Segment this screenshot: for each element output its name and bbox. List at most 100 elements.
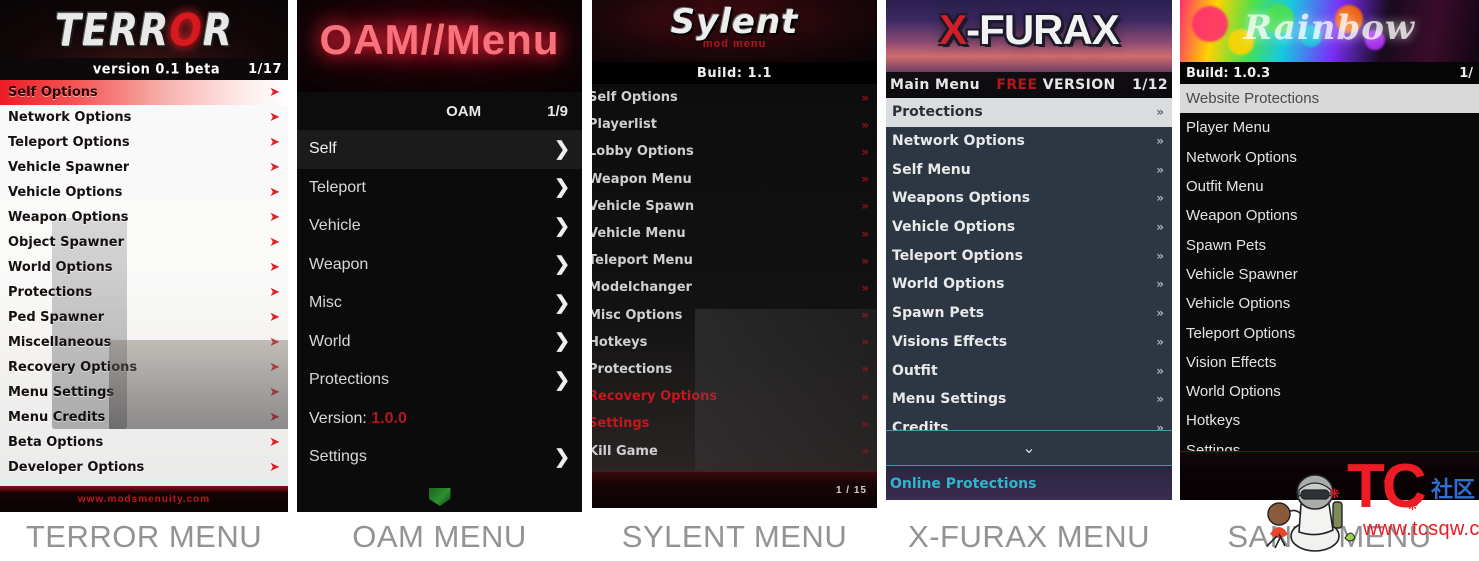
chevron-right-icon: ❯ — [554, 446, 570, 468]
terror-item[interactable]: World Options ➤ — [0, 255, 288, 280]
mod-menu-panel-xfurax: X-FURAX Main Menu FREE VERSION 1/12 Prot… — [886, 0, 1172, 500]
sylent-page-indicator: 1 / 15 — [835, 484, 867, 496]
oam-item[interactable]: Protections ❯ — [297, 361, 582, 400]
chevron-right-icon: ➤ — [269, 235, 280, 250]
terror-item[interactable]: Vehicle Spawner ➤ — [0, 155, 288, 180]
santa-item[interactable]: Player Menu — [1180, 113, 1479, 143]
chevron-right-icon: ❯ — [554, 331, 570, 353]
xfurax-item-label: Teleport Options — [892, 247, 1023, 264]
oam-item-label: Misc — [309, 294, 342, 312]
xfurax-item[interactable]: Outfit » — [886, 356, 1172, 385]
oam-item[interactable]: Teleport ❯ — [297, 168, 582, 207]
santa-item-label: Teleport Options — [1186, 324, 1296, 342]
xfurax-item[interactable]: Menu Settings » — [886, 384, 1172, 414]
terror-item[interactable]: Beta Options ➤ — [0, 430, 288, 455]
sylent-item-label: Weapon Menu — [592, 171, 692, 187]
sylent-item[interactable]: Playerlist » — [592, 111, 877, 138]
terror-page-indicator: 1/17 — [248, 61, 282, 77]
sylent-item-label: Playerlist — [592, 117, 657, 133]
terror-item[interactable]: Developer Options ➤ — [0, 455, 288, 480]
santa-item[interactable]: Hotkeys — [1180, 406, 1479, 436]
santa-item[interactable]: Outfit Menu — [1180, 171, 1479, 202]
xfurax-item[interactable]: Weapons Options » — [886, 184, 1172, 213]
terror-item[interactable]: Protections ➤ — [0, 280, 288, 305]
sylent-item[interactable]: Self Options » — [592, 84, 877, 111]
sylent-item[interactable]: Vehicle Spawn » — [592, 193, 877, 220]
sylent-footer: 1 / 15 — [592, 471, 877, 508]
santa-item[interactable]: World Options — [1180, 376, 1479, 407]
sylent-item[interactable]: Vehicle Menu » — [592, 220, 877, 247]
xfurax-item[interactable]: Teleport Options » — [886, 241, 1172, 271]
sylent-item[interactable]: Misc Options » — [592, 302, 877, 329]
terror-item[interactable]: Network Options ➤ — [0, 105, 288, 130]
sylent-header: Build: 1.1 — [592, 62, 877, 84]
terror-item[interactable]: Recovery Options ➤ — [0, 355, 288, 380]
santa-item-label: Website Protections — [1186, 90, 1320, 108]
terror-banner: TERROR — [0, 0, 288, 58]
terror-item-label: Object Spawner — [8, 235, 125, 250]
sylent-item[interactable]: Kill Game » — [592, 437, 877, 464]
xfurax-item[interactable]: Spawn Pets » — [886, 298, 1172, 328]
xfurax-item[interactable]: Network Options » — [886, 126, 1172, 156]
terror-item[interactable]: Weapon Options ➤ — [0, 205, 288, 230]
sylent-item[interactable]: Protections » — [592, 356, 877, 383]
santa-item[interactable]: Network Options — [1180, 142, 1479, 172]
oam-item[interactable]: Weapon ❯ — [297, 245, 582, 284]
chevron-right-icon: ➤ — [269, 210, 280, 225]
chevron-right-icon: ➤ — [269, 310, 280, 325]
chevron-right-icon: » — [1156, 334, 1164, 349]
terror-item[interactable]: Object Spawner ➤ — [0, 230, 288, 255]
santa-item[interactable]: Weapon Options — [1180, 201, 1479, 231]
sylent-item[interactable]: Weapon Menu » — [592, 166, 877, 193]
sylent-item[interactable]: Modelchanger » — [592, 274, 877, 301]
oam-item[interactable]: Vehicle ❯ — [297, 207, 582, 246]
terror-item[interactable]: Menu Settings ➤ — [0, 380, 288, 405]
xfurax-logo-text: X-FURAX — [939, 6, 1120, 53]
oam-page-indicator: 1/9 — [547, 102, 568, 120]
mod-menu-panel-sylent: Sylent mod menu Build: 1.1 Self Options »… — [592, 0, 877, 508]
oam-item[interactable]: World ❯ — [297, 322, 582, 361]
xfurax-item[interactable]: Protections » — [886, 98, 1172, 127]
santa-item[interactable]: Vehicle Options — [1180, 289, 1479, 319]
santa-item[interactable]: Vision Effects — [1180, 347, 1479, 377]
xfurax-version-word: VERSION — [1042, 77, 1116, 93]
terror-item-label: Vehicle Options — [8, 185, 123, 200]
terror-item-label: Developer Options — [8, 460, 145, 475]
xfurax-item[interactable]: Visions Effects » — [886, 327, 1172, 357]
sylent-item[interactable]: Hotkeys » — [592, 329, 877, 356]
terror-item[interactable]: Menu Credits ➤ — [0, 405, 288, 430]
oam-item[interactable]: Version: 1.0.0 — [297, 399, 582, 438]
terror-item[interactable]: Teleport Options ➤ — [0, 130, 288, 155]
xfurax-item-label: Outfit — [892, 362, 938, 379]
sylent-build-label: Build: 1.1 — [696, 65, 773, 81]
santa-item[interactable]: Teleport Options — [1180, 318, 1479, 348]
santa-item[interactable]: Spawn Pets — [1180, 230, 1479, 260]
terror-item[interactable]: Miscellaneous ➤ — [0, 330, 288, 355]
terror-item[interactable]: Vehicle Options ➤ — [0, 180, 288, 205]
xfurax-status-bar: Online Protections — [886, 466, 1172, 500]
sylent-item[interactable]: Lobby Options » — [592, 138, 877, 165]
santa-item-label: Vehicle Options — [1186, 295, 1291, 313]
oam-item-label: Weapon — [309, 255, 369, 273]
chevron-right-icon: ➤ — [269, 185, 280, 200]
xfurax-item[interactable]: World Options » — [886, 270, 1172, 299]
green-arrow-icon — [428, 488, 451, 506]
santa-item[interactable]: Vehicle Spawner — [1180, 259, 1479, 290]
oam-banner: OAM//Menu — [297, 0, 582, 92]
xfurax-item-label: Protections — [892, 104, 983, 121]
terror-item[interactable]: Self Options ➤ — [0, 80, 288, 105]
sylent-item[interactable]: Settings » — [592, 410, 877, 437]
xfurax-item[interactable]: Self Menu » — [886, 155, 1172, 185]
sylent-item[interactable]: Teleport Menu » — [592, 247, 877, 274]
oam-item[interactable]: Self ❯ — [297, 130, 582, 169]
terror-item[interactable]: Ped Spawner ➤ — [0, 305, 288, 330]
scroll-down-indicator[interactable]: ⌄ — [886, 430, 1172, 466]
caption-santa: SANTA MENU — [1227, 519, 1432, 554]
terror-item-label: Beta Options — [8, 435, 104, 450]
sylent-item[interactable]: Recovery Options » — [592, 383, 877, 410]
oam-item[interactable]: Misc ❯ — [297, 284, 582, 323]
xfurax-item[interactable]: Vehicle Options » — [886, 212, 1172, 242]
sylent-item-list: Self Options» Playerlist» Lobby Options» We… — [592, 84, 877, 472]
santa-item[interactable]: Website Protections — [1180, 84, 1479, 114]
chevron-right-icon: ❯ — [554, 138, 570, 160]
